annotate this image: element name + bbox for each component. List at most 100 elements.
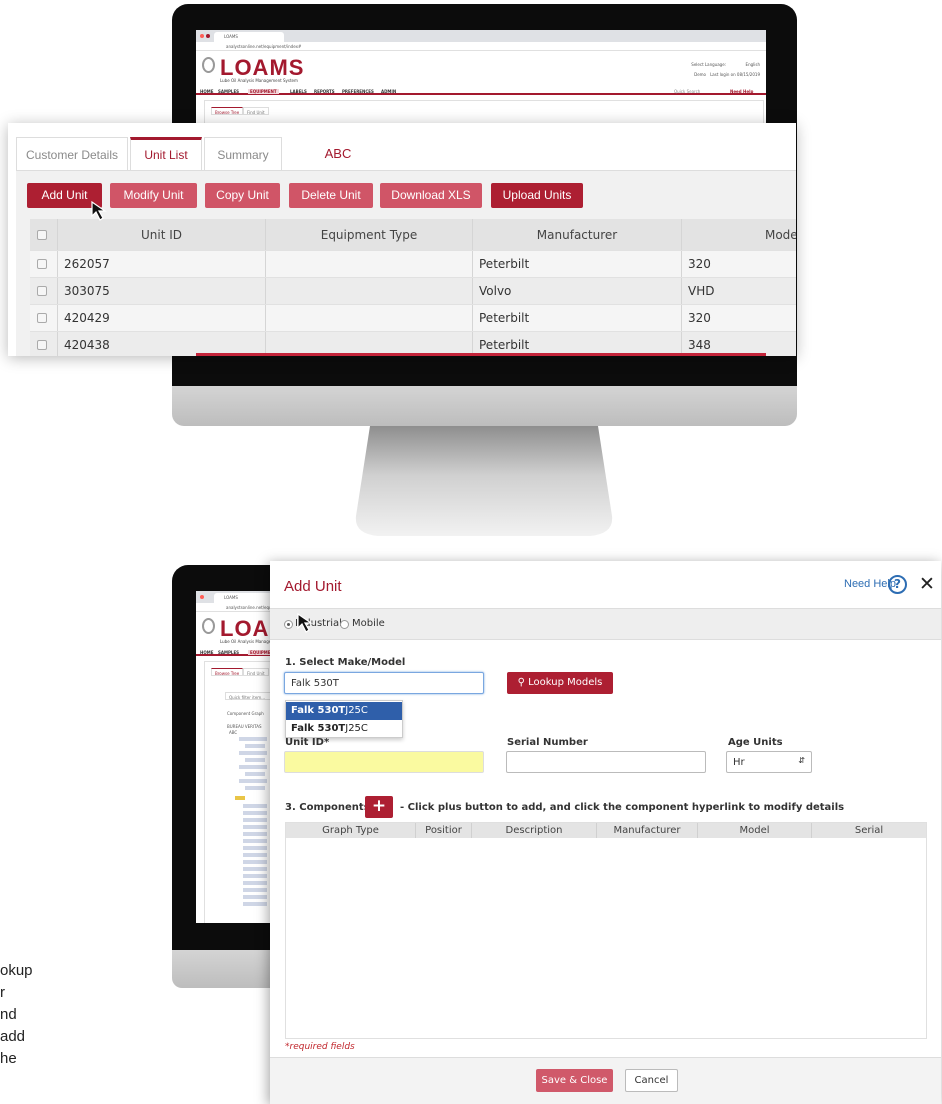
cell-model: 320 [688,311,711,325]
table-row[interactable]: 420429 Peterbilt 320 [30,304,796,331]
tree-item[interactable] [243,818,267,822]
tab-find-unit[interactable]: Find Unit [243,107,269,115]
col-model[interactable]: Model [682,219,796,250]
tree-item[interactable] [239,737,267,741]
tree-item[interactable] [243,895,267,899]
nav-home[interactable]: HOME [200,89,213,94]
suggestion-item[interactable]: Falk 530TJ25C [286,702,402,720]
tree-item[interactable] [243,804,267,808]
col-unit-id[interactable]: Unit ID [58,219,266,250]
tree-item[interactable] [243,860,267,864]
caption-line: nd [0,1006,17,1023]
tree-root[interactable]: BUREAU VERITAS [227,724,262,729]
mobile-label[interactable]: Mobile [352,618,385,629]
tab-browse-tree[interactable]: Browse Tree [211,107,244,115]
download-xls-button[interactable]: Download XLS [380,183,482,208]
industrial-radio[interactable] [284,620,293,629]
cancel-button[interactable]: Cancel [625,1069,678,1092]
unit-id-input[interactable] [284,751,484,773]
save-close-button[interactable]: Save & Close [536,1069,613,1092]
component-graph-link[interactable]: Component Graph [227,711,264,716]
browser-tab[interactable]: LOAMS [214,32,284,42]
table-row[interactable]: 262057 Peterbilt 320 [30,250,796,277]
nav-reports[interactable]: REPORTS [314,89,335,94]
language-select[interactable]: English [746,62,760,67]
cell-manufacturer: Peterbilt [473,305,682,331]
url-bar[interactable]: analystsonline.net/equipment/index# [196,42,766,51]
browser-tab[interactable]: LOAMS [214,593,274,603]
suggestion-item[interactable]: Falk 530TJ25C [286,720,402,738]
tab-unit-list[interactable]: Unit List [130,137,202,171]
tree-item[interactable] [243,867,267,871]
unit-type-bar: Industrial Mobile [270,608,941,640]
col-manufacturer[interactable]: Manufacturer [473,219,682,250]
nav-equipment[interactable]: EQUIPMENT [248,89,279,94]
age-units-select[interactable]: Hr ⇵ [726,751,812,773]
modify-unit-button[interactable]: Modify Unit [110,183,197,208]
nav-home[interactable]: HOME [200,650,213,655]
nav-labels[interactable]: LABELS [290,89,307,94]
close-dot-icon[interactable] [200,34,204,38]
nav-admin[interactable]: ADMIN [381,89,396,94]
row-checkbox[interactable] [37,259,47,269]
close-icon[interactable]: ✕ [919,573,935,595]
tree-item[interactable] [243,832,267,836]
cell-manufacturer: Peterbilt [473,251,682,277]
col-description[interactable]: Description [472,823,597,838]
logo-seal-icon [202,618,215,634]
copy-unit-button[interactable]: Copy Unit [205,183,280,208]
nav-samples[interactable]: SAMPLES [218,89,239,94]
row-checkbox[interactable] [37,313,47,323]
col-position[interactable]: Positior [416,823,472,838]
quick-search-input[interactable]: Quick Search [674,89,700,94]
tree-item[interactable] [243,853,267,857]
tree-customer[interactable]: ABC [229,730,237,735]
lookup-models-button[interactable]: ⚲ Lookup Models [507,672,613,694]
upload-units-button[interactable]: Upload Units [491,183,583,208]
select-all-checkbox[interactable] [37,229,47,240]
tree-item[interactable] [243,825,267,829]
tree-item[interactable] [243,902,267,906]
tree-item[interactable] [243,811,267,815]
age-units-value: Hr [733,757,745,768]
nav-preferences[interactable]: PREFERENCES [342,89,374,94]
table-row[interactable]: 303075 Volvo VHD [30,277,796,304]
tree-item[interactable] [245,758,265,762]
make-model-input[interactable]: Falk 530T [284,672,484,694]
serial-number-input[interactable] [506,751,706,773]
tab-find-unit[interactable]: Find Unit [243,668,269,676]
tree-item[interactable] [245,786,265,790]
tree-item[interactable] [245,772,265,776]
tab-customer-details[interactable]: Customer Details [16,137,128,171]
tree-item[interactable] [239,779,267,783]
components-table: Graph Type Positior Description Manufact… [285,822,927,1039]
tree-item[interactable] [239,751,267,755]
row-checkbox[interactable] [37,286,47,296]
col-graph-type[interactable]: Graph Type [286,823,416,838]
row-checkbox[interactable] [37,340,47,350]
delete-unit-button[interactable]: Delete Unit [289,183,373,208]
tree-item[interactable] [243,846,267,850]
col-equipment-type[interactable]: Equipment Type [266,219,473,250]
nav-samples[interactable]: SAMPLES [218,650,239,655]
tree-folder[interactable] [235,796,245,800]
tab-browse-tree[interactable]: Browse Tree [211,668,244,676]
tree-item[interactable] [239,765,267,769]
select-all-cell [30,219,58,250]
tree-item[interactable] [243,888,267,892]
required-note: *required fields [285,1042,355,1052]
user-menu[interactable]: Demo [694,72,706,77]
col-manufacturer[interactable]: Manufacturer [597,823,698,838]
tab-summary[interactable]: Summary [204,137,282,171]
tree-item[interactable] [243,839,267,843]
need-help-link[interactable]: Need Help [730,89,753,94]
close-dot-icon[interactable] [200,595,204,599]
col-serial[interactable]: Serial [812,823,926,838]
tree-item[interactable] [243,874,267,878]
add-component-button[interactable]: + [365,796,393,818]
help-icon[interactable]: ? [888,575,907,594]
tree-item[interactable] [243,881,267,885]
mobile-radio[interactable] [340,620,349,629]
col-model[interactable]: Model [698,823,812,838]
tree-item[interactable] [245,744,265,748]
